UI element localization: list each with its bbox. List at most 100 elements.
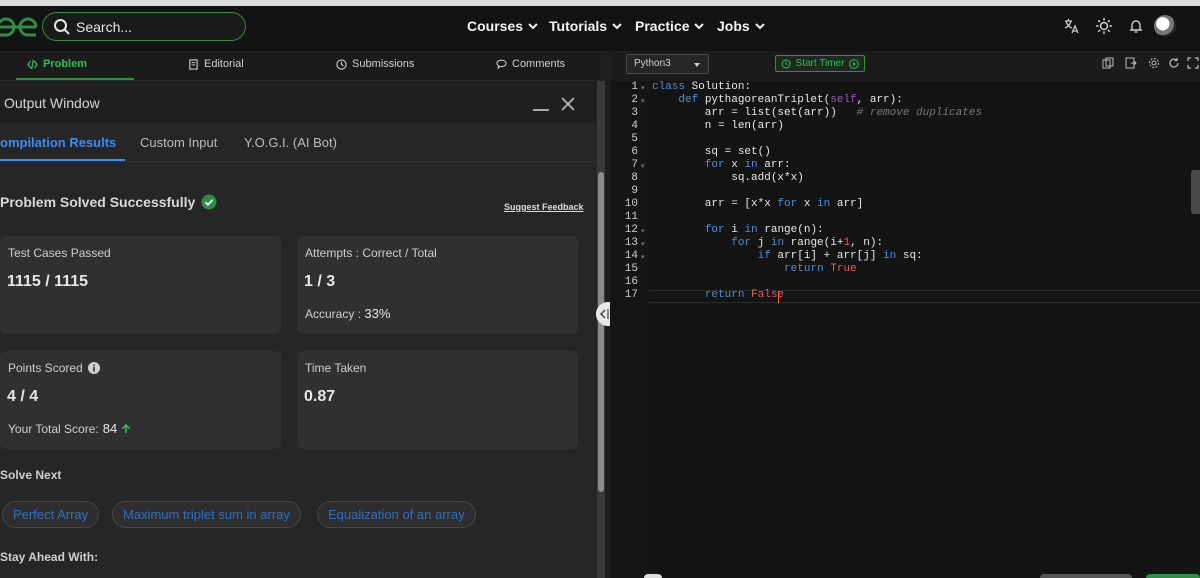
- play-icon: [849, 58, 860, 69]
- line-number: 3: [631, 107, 638, 119]
- language-select[interactable]: Python3: [626, 54, 709, 74]
- close-icon[interactable]: [561, 97, 575, 111]
- check-circle-icon: [201, 194, 217, 210]
- caret-down-icon: [694, 63, 700, 67]
- fold-arrow-icon[interactable]: ▾: [641, 227, 645, 235]
- solve-next-chip[interactable]: Perfect Array: [2, 501, 100, 528]
- problem-tabs: Problem Editorial Submissions Comments: [0, 51, 600, 121]
- avatar[interactable]: [1154, 15, 1176, 37]
- minimize-button[interactable]: [533, 109, 549, 111]
- submit-button[interactable]: [1146, 574, 1200, 578]
- text-cursor: [778, 291, 779, 303]
- fold-arrow-icon[interactable]: ▾: [641, 240, 645, 248]
- nav-courses[interactable]: Courses: [467, 18, 539, 34]
- points-card: Points Scored 4 / 4 Your Total Score: 84: [0, 351, 281, 449]
- nav-jobs[interactable]: Jobs: [717, 18, 766, 34]
- test-cases-label: Test Cases Passed: [8, 246, 111, 260]
- settings-icon[interactable]: [1148, 57, 1160, 69]
- solve-next-chip[interactable]: Maximum triplet sum in array: [112, 501, 301, 528]
- line-number: 16: [624, 276, 638, 288]
- line-number: 17: [624, 289, 638, 301]
- start-timer-button[interactable]: Start Timer: [775, 55, 865, 72]
- fold-arrow-icon[interactable]: ▾: [641, 84, 645, 92]
- editor-scrollbar-thumb[interactable]: [1191, 170, 1200, 214]
- status-message: Problem Solved Successfully: [0, 194, 217, 210]
- suggest-feedback-link[interactable]: Suggest Feedback: [504, 202, 584, 212]
- line-number: 4: [631, 120, 638, 132]
- test-cases-card: Test Cases Passed 1115 / 1115: [0, 236, 281, 334]
- accuracy-text: Accuracy : 33%: [305, 306, 391, 321]
- stay-ahead-title: Stay Ahead With:: [0, 550, 99, 564]
- tab-custom-input[interactable]: Custom Input: [140, 135, 217, 150]
- export-icon[interactable]: [1125, 57, 1137, 69]
- code-line: def pythagoreanTriplet(self, arr):: [678, 94, 903, 106]
- tab-problem[interactable]: Problem: [27, 58, 87, 70]
- attempts-value: 1 / 3: [304, 273, 336, 290]
- code-line: return True: [784, 263, 857, 275]
- active-subtab-indicator: [0, 159, 125, 161]
- chevron-down-icon: [694, 23, 705, 30]
- solve-next-title: Solve Next: [0, 468, 62, 482]
- chevron-down-icon: [528, 23, 538, 30]
- solve-next-chip[interactable]: Equalization of an array: [317, 501, 476, 528]
- line-number: 15: [624, 263, 638, 275]
- fold-arrow-icon[interactable]: ▾: [641, 97, 645, 105]
- tab-compilation-results[interactable]: ompilation Results: [0, 135, 116, 150]
- line-number: 9: [631, 185, 638, 197]
- bell-icon[interactable]: [1127, 17, 1145, 35]
- output-window-header: Output Window: [0, 81, 597, 123]
- time-card: Time Taken 0.87: [297, 351, 578, 449]
- attempts-card: Attempts : Correct / Total 1 / 3 Accurac…: [297, 236, 578, 334]
- translate-icon[interactable]: [1062, 17, 1080, 35]
- code-line: return False: [704, 289, 785, 301]
- line-number: 14: [624, 250, 638, 262]
- code-line: arr = list(set(arr)) # remove duplicates: [652, 107, 983, 119]
- chevron-down-icon: [754, 23, 765, 30]
- search-input[interactable]: Search...: [76, 19, 132, 35]
- tab-comments[interactable]: Comments: [496, 58, 565, 70]
- line-number: 12: [624, 224, 638, 236]
- code-line: sq = set(): [652, 146, 771, 158]
- code-line: for x in arr:: [704, 159, 791, 171]
- tab-submissions[interactable]: Submissions: [336, 58, 414, 70]
- search-box[interactable]: Search...: [42, 12, 246, 41]
- tab-yogi-ai-bot[interactable]: Y.O.G.I. (AI Bot): [244, 135, 337, 150]
- attempts-label: Attempts : Correct / Total: [305, 246, 437, 260]
- active-tab-indicator: [16, 78, 134, 80]
- info-icon[interactable]: [87, 362, 100, 374]
- code-line: for j in range(i+1, n):: [731, 237, 884, 249]
- code-icon: [27, 59, 38, 69]
- nav-tutorials[interactable]: Tutorials: [549, 18, 623, 34]
- comment-icon: [496, 59, 507, 69]
- output-window: Output Window ompilation Results Custom …: [0, 81, 597, 578]
- search-icon: [54, 19, 70, 35]
- reset-icon[interactable]: [1168, 57, 1180, 69]
- output-window-title: Output Window: [4, 95, 100, 111]
- fold-arrow-icon[interactable]: ▾: [641, 253, 645, 261]
- line-number: 13: [624, 237, 638, 249]
- tab-editorial[interactable]: Editorial: [188, 58, 244, 70]
- code-line: sq.add(x*x): [652, 172, 804, 184]
- time-label: Time Taken: [305, 361, 367, 375]
- gfg-logo-icon[interactable]: [0, 14, 40, 40]
- clock-icon: [781, 59, 791, 68]
- fullscreen-icon[interactable]: [1187, 57, 1199, 69]
- line-number: 2: [631, 94, 638, 106]
- points-value: 4 / 4: [7, 388, 39, 405]
- code-line: if arr[i] + arr[j] in sq:: [757, 250, 923, 262]
- copy-icon[interactable]: [1102, 57, 1114, 69]
- compile-run-button[interactable]: [1040, 574, 1132, 578]
- code-line: n = len(arr): [652, 120, 785, 132]
- console-toggle-button[interactable]: [644, 574, 662, 578]
- fold-arrow-icon[interactable]: ▾: [641, 162, 645, 170]
- line-number: 6: [631, 146, 638, 158]
- line-number: 10: [624, 198, 638, 210]
- nav-practice[interactable]: Practice: [635, 18, 705, 34]
- scrollbar-thumb[interactable]: [598, 172, 604, 492]
- line-number: 7: [631, 159, 638, 171]
- line-number: 1: [631, 81, 638, 93]
- test-cases-value: 1115 / 1115: [7, 273, 88, 290]
- theme-toggle-icon[interactable]: [1095, 17, 1113, 35]
- tab-divider: [0, 161, 597, 162]
- arrow-up-icon: [122, 423, 131, 433]
